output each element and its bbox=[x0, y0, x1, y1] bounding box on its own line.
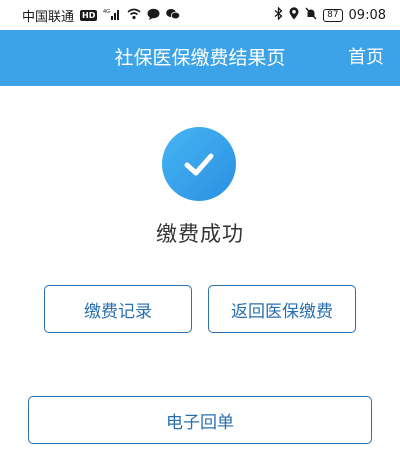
success-check-icon bbox=[162, 127, 236, 201]
carrier-label: 中国联通 bbox=[22, 9, 75, 25]
status-right: 87 09:08 bbox=[274, 6, 386, 23]
wifi-icon bbox=[127, 8, 141, 23]
wechat-icon bbox=[166, 8, 181, 23]
e-receipt-button[interactable]: 电子回单 bbox=[28, 396, 372, 444]
status-bar: 中国联通 HD 4G 87 09:08 bbox=[0, 0, 400, 30]
page-title: 社保医保缴费结果页 bbox=[114, 47, 286, 69]
page-header: 社保医保缴费结果页 首页 bbox=[0, 30, 400, 86]
e-receipt-label: 电子回单 bbox=[166, 412, 234, 433]
mute-bell-icon bbox=[305, 7, 317, 23]
home-link[interactable]: 首页 bbox=[348, 30, 384, 86]
return-to-payment-button[interactable]: 返回医保缴费 bbox=[208, 285, 356, 333]
hd-badge: HD bbox=[80, 9, 98, 21]
location-icon bbox=[289, 7, 299, 23]
payment-success-message: 缴费成功 bbox=[156, 222, 244, 246]
status-left: 中国联通 HD 4G bbox=[22, 6, 181, 25]
payment-records-button[interactable]: 缴费记录 bbox=[44, 285, 192, 333]
battery-indicator: 87 bbox=[323, 8, 343, 22]
message-icon bbox=[147, 8, 160, 23]
bluetooth-icon bbox=[274, 6, 283, 23]
signal-icon: 4G bbox=[103, 8, 121, 23]
return-to-payment-label: 返回医保缴费 bbox=[231, 301, 333, 322]
network-type-label: 4G bbox=[103, 9, 110, 15]
payment-records-label: 缴费记录 bbox=[84, 301, 152, 322]
clock: 09:08 bbox=[348, 7, 386, 23]
